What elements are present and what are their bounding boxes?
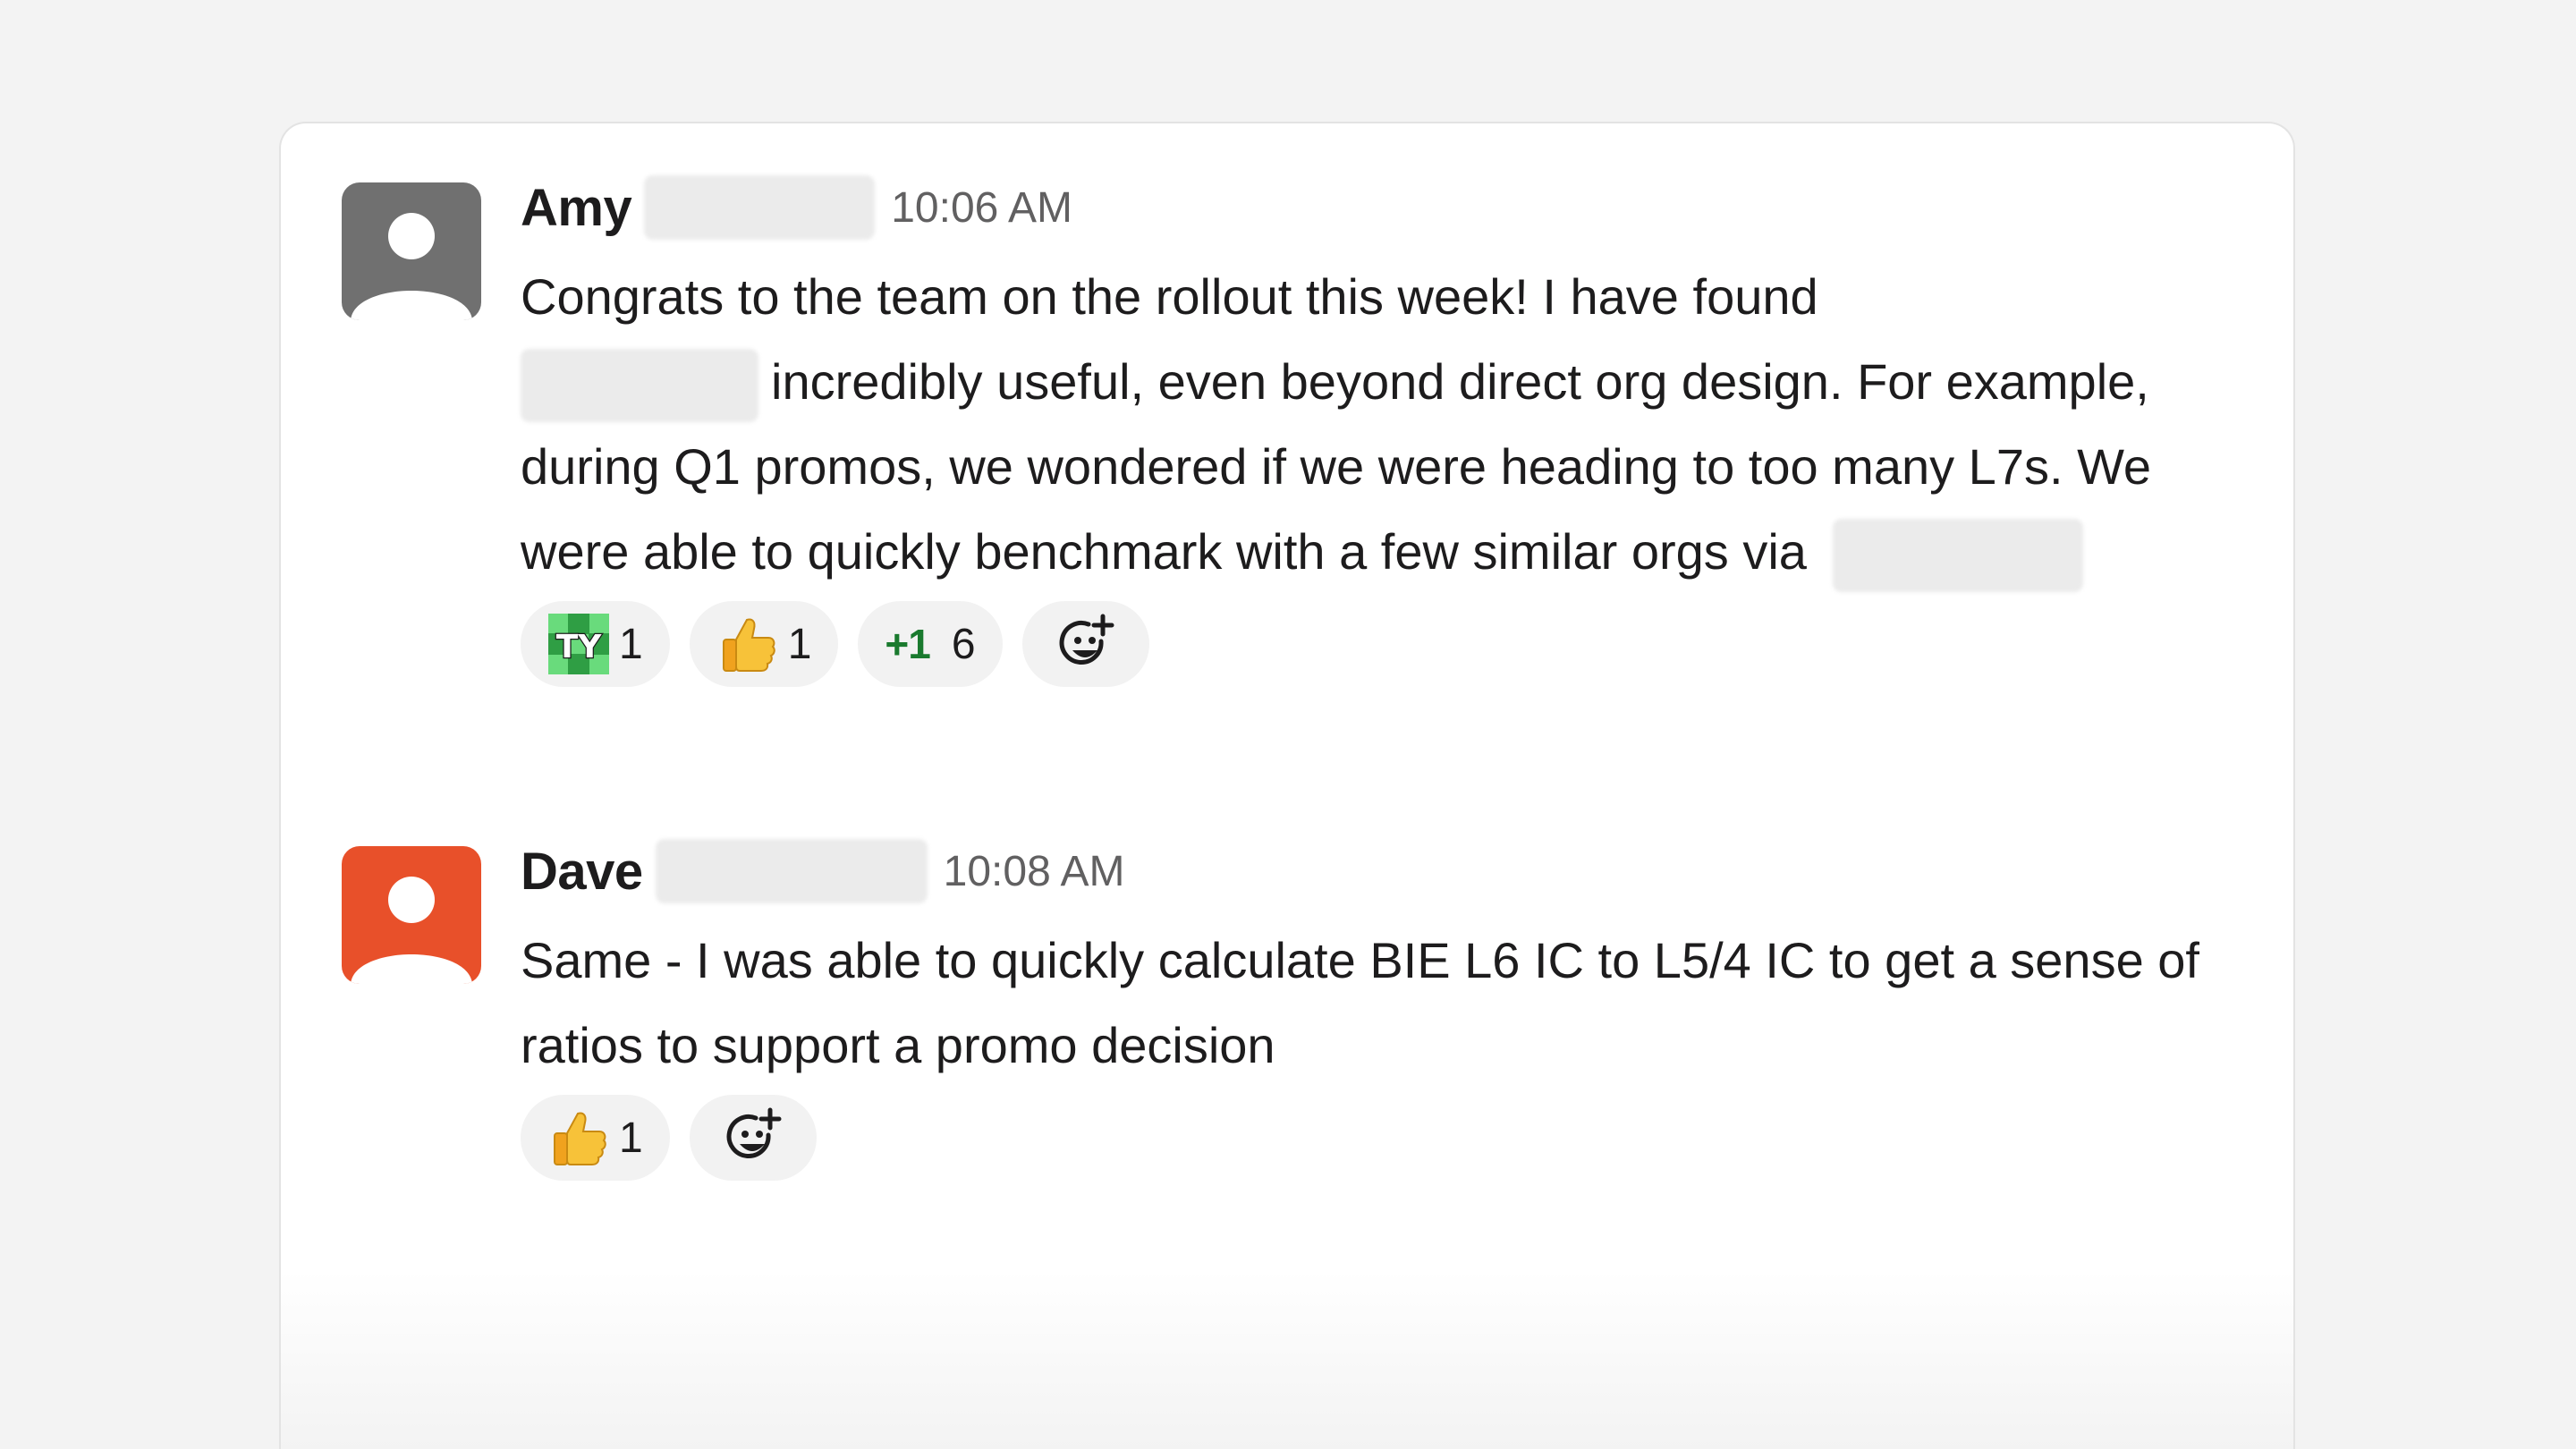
message-text: Same - I was able to quickly calculate B… [521,932,2199,1073]
reaction-count: 1 [787,620,812,668]
redacted-block [655,839,928,903]
reaction-thumbs-up[interactable]: 1 [689,601,839,687]
reaction-count: 1 [619,1114,643,1162]
message-card: Amy 10:06 AM Congrats to the team on the… [279,122,2295,1449]
add-reaction-icon [1055,613,1117,675]
redacted-block [644,175,876,240]
author-name[interactable]: Dave [521,842,643,902]
reaction-ty[interactable]: TY 1 [521,601,670,687]
message-text: Congrats to the team on the rollout this… [521,254,2222,594]
svg-text:TY: TY [556,629,603,665]
thumbs-up-icon [547,1106,610,1169]
timestamp[interactable]: 10:06 AM [891,183,1072,233]
reaction-thumbs-up[interactable]: 1 [521,1095,670,1181]
message-text-part: Congrats to the team on the rollout this… [521,268,1818,325]
avatar[interactable] [342,846,481,984]
reactions-bar: 1 [521,1095,2222,1181]
ty-icon: TY [547,613,610,675]
add-reaction-icon [722,1106,784,1169]
bottom-fade [281,1270,2293,1449]
redacted-block [1833,519,2084,593]
author-name[interactable]: Amy [521,178,632,238]
reaction-count: 6 [951,620,976,668]
plus-one-icon: +1 [885,621,930,667]
reaction-plus-one[interactable]: +1 6 [858,601,1003,687]
timestamp[interactable]: 10:08 AM [944,847,1125,896]
thumbs-up-icon [716,613,779,675]
user-silhouette-icon [342,182,481,320]
add-reaction-button[interactable] [689,1095,817,1181]
reaction-count: 1 [619,620,643,668]
reactions-bar: TY 1 1 +1 6 [521,601,2222,687]
redacted-block [521,349,758,423]
avatar[interactable] [342,182,481,320]
user-silhouette-icon [342,846,481,984]
add-reaction-button[interactable] [1021,601,1149,687]
